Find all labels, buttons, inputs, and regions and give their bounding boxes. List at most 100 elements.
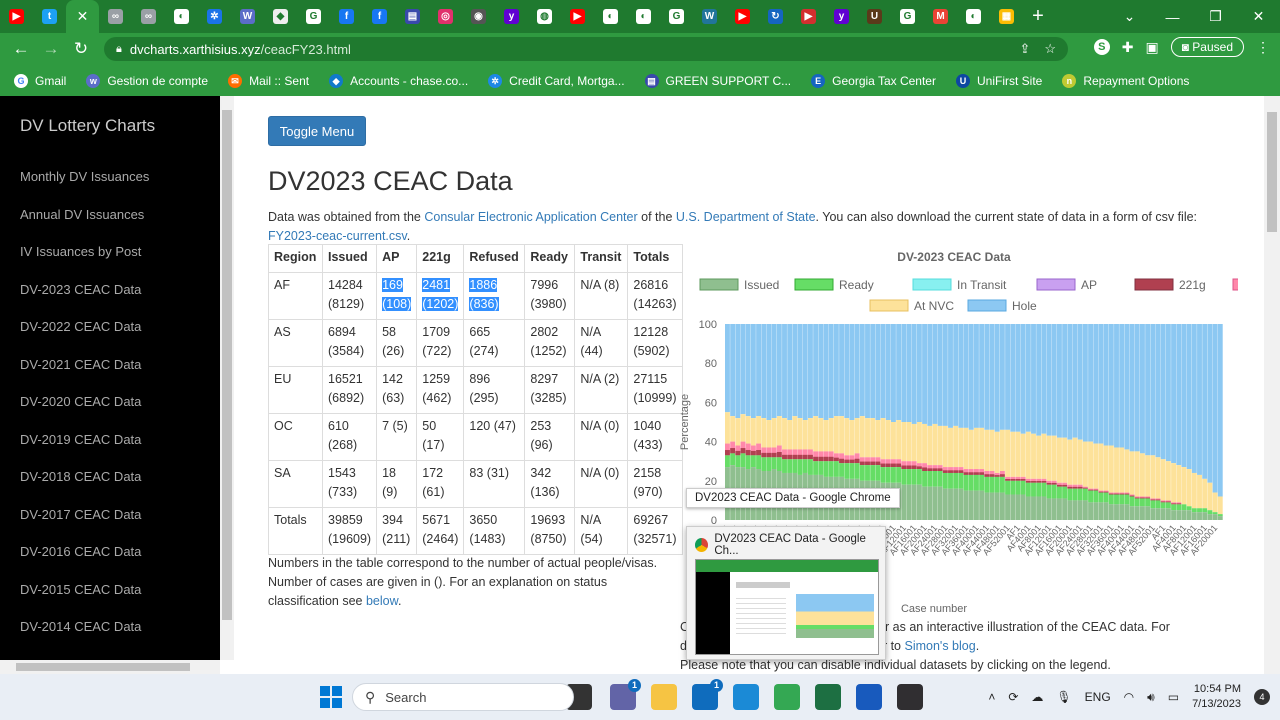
share-icon[interactable]: ⇪ bbox=[1019, 41, 1030, 57]
wifi-icon[interactable]: ◠ bbox=[1124, 690, 1134, 704]
taskbar-window-preview[interactable]: DV2023 CEAC Data - Google Ch... bbox=[686, 526, 886, 660]
volume-icon[interactable]: 🔊︎ bbox=[1147, 690, 1155, 705]
below-link[interactable]: below bbox=[366, 594, 398, 608]
sidebar-horizontal-scrollbar[interactable] bbox=[0, 660, 220, 674]
word-icon[interactable] bbox=[856, 684, 882, 710]
tab[interactable]: ▤ bbox=[396, 0, 429, 33]
legend-label[interactable]: Issued bbox=[744, 278, 779, 292]
sidebar-item[interactable]: DV-2015 CEAC Data bbox=[20, 582, 141, 597]
tab[interactable]: y bbox=[825, 0, 858, 33]
extensions-puzzle-icon[interactable]: ✚ bbox=[1122, 39, 1134, 56]
edge-icon[interactable] bbox=[733, 684, 759, 710]
chevron-up-icon[interactable]: ˄ bbox=[988, 690, 995, 704]
sidebar-item[interactable]: DV-2014 CEAC Data bbox=[20, 619, 141, 634]
bookmark-item[interactable]: ◆ Accounts - chase.co... bbox=[329, 73, 468, 88]
tab[interactable]: ◐ bbox=[165, 0, 198, 33]
minimize-icon[interactable]: — bbox=[1151, 9, 1194, 25]
tab[interactable]: ◆ bbox=[264, 0, 297, 33]
bookmark-item[interactable]: ✉ Mail :: Sent bbox=[228, 73, 309, 88]
sidebar-item[interactable]: DV-2019 CEAC Data bbox=[20, 432, 141, 447]
reload-icon[interactable]: ↻ bbox=[66, 39, 96, 59]
tab[interactable]: W bbox=[693, 0, 726, 33]
tab[interactable]: f bbox=[330, 0, 363, 33]
scrollbar-thumb[interactable] bbox=[222, 110, 232, 620]
lock-icon[interactable]: 🔒︎ bbox=[116, 43, 122, 56]
sidebar-item[interactable]: DV-2023 CEAC Data bbox=[20, 282, 141, 297]
sidebar-item[interactable]: DV-2022 CEAC Data bbox=[20, 319, 141, 334]
sidebar-vertical-scrollbar[interactable] bbox=[220, 96, 234, 660]
scrollbar-thumb[interactable] bbox=[16, 663, 190, 671]
bookmark-star-icon[interactable]: ☆ bbox=[1044, 41, 1056, 57]
clock[interactable]: 10:54 PM 7/13/2023 bbox=[1192, 682, 1241, 712]
address-bar[interactable]: 🔒︎ dvcharts.xarthisius.xyz/ceacFY23.html… bbox=[104, 37, 1068, 61]
menu-kebab-icon[interactable]: ⋮ bbox=[1256, 39, 1270, 56]
sidebar-item[interactable]: DV-2017 CEAC Data bbox=[20, 507, 141, 522]
teams-icon[interactable]: 1 bbox=[610, 679, 641, 710]
sync-icon[interactable]: ⟳ bbox=[1008, 690, 1018, 704]
tab[interactable]: G bbox=[660, 0, 693, 33]
tab[interactable]: U bbox=[858, 0, 891, 33]
tab[interactable]: G bbox=[297, 0, 330, 33]
tab[interactable]: f bbox=[363, 0, 396, 33]
close-window-icon[interactable]: ✕ bbox=[1237, 8, 1280, 25]
scrollbar-thumb[interactable] bbox=[1267, 112, 1277, 232]
preview-thumbnail[interactable] bbox=[695, 559, 879, 655]
cloud-icon[interactable]: ☁ bbox=[1031, 690, 1043, 704]
sidebar-item[interactable]: DV-2020 CEAC Data bbox=[20, 394, 141, 409]
tab[interactable]: y bbox=[495, 0, 528, 33]
restore-icon[interactable]: ❐ bbox=[1194, 8, 1237, 25]
legend-label[interactable]: AP bbox=[1081, 278, 1097, 292]
bookmark-item[interactable]: U UniFirst Site bbox=[955, 73, 1042, 88]
tab[interactable]: ◉ bbox=[462, 0, 495, 33]
toggle-menu-button[interactable]: Toggle Menu bbox=[268, 116, 366, 146]
sidebar-item[interactable]: DV-2021 CEAC Data bbox=[20, 357, 141, 372]
tab[interactable]: ◎ bbox=[429, 0, 462, 33]
profile-paused-button[interactable]: ◙ Paused bbox=[1170, 37, 1244, 57]
legend-label[interactable]: Ready bbox=[839, 278, 874, 292]
tab[interactable]: ▶ bbox=[0, 0, 33, 33]
page-vertical-scrollbar[interactable] bbox=[1264, 96, 1280, 674]
tab[interactable]: M bbox=[924, 0, 957, 33]
tab[interactable]: G bbox=[891, 0, 924, 33]
tab[interactable]: ∞ bbox=[132, 0, 165, 33]
tab[interactable]: ∞ bbox=[99, 0, 132, 33]
file-explorer-icon[interactable] bbox=[651, 684, 677, 710]
forward-arrow-icon[interactable]: → bbox=[36, 39, 66, 59]
legend-label[interactable]: Hole bbox=[1012, 299, 1037, 313]
windows-start-icon[interactable] bbox=[318, 684, 344, 710]
sidebar-item[interactable]: Monthly DV Issuances bbox=[20, 169, 149, 184]
sidebar-item[interactable]: DV-2018 CEAC Data bbox=[20, 469, 141, 484]
side-panel-icon[interactable]: ▣ bbox=[1145, 39, 1158, 56]
bookmark-item[interactable]: G Gmail bbox=[14, 73, 66, 88]
simons-blog-link[interactable]: Simon's blog bbox=[905, 639, 976, 653]
tab[interactable]: ▶ bbox=[792, 0, 825, 33]
state-dept-link[interactable]: U.S. Department of State bbox=[676, 210, 816, 224]
bookmark-item[interactable]: n Repayment Options bbox=[1062, 73, 1189, 88]
sidebar-brand[interactable]: DV Lottery Charts bbox=[20, 116, 155, 136]
bookmark-item[interactable]: w Gestion de compte bbox=[86, 73, 208, 88]
notification-badge[interactable]: 4 bbox=[1254, 689, 1270, 705]
legend-label[interactable]: In Transit bbox=[957, 278, 1007, 292]
active-tab-close-icon[interactable]: ✕ bbox=[77, 8, 89, 25]
tab[interactable]: ▶ bbox=[561, 0, 594, 33]
microphone-icon[interactable]: 🎙︎ bbox=[1056, 690, 1071, 704]
bookmark-item[interactable]: ✲ Credit Card, Mortga... bbox=[488, 73, 625, 88]
mail-icon[interactable]: 1 bbox=[692, 679, 723, 710]
tab[interactable]: ◐ bbox=[957, 0, 990, 33]
tab[interactable]: ▶ bbox=[726, 0, 759, 33]
legend-label[interactable]: 221g bbox=[1179, 278, 1206, 292]
bookmark-item[interactable]: E Georgia Tax Center bbox=[811, 73, 936, 88]
ceac-link[interactable]: Consular Electronic Application Center bbox=[424, 210, 637, 224]
battery-icon[interactable]: ▭ bbox=[1168, 690, 1179, 704]
tab[interactable]: t bbox=[33, 0, 66, 33]
tab-search-chevron-icon[interactable]: ⌄ bbox=[1108, 8, 1151, 25]
tab[interactable]: ↻ bbox=[759, 0, 792, 33]
tab[interactable]: ◍ bbox=[528, 0, 561, 33]
sidebar-item[interactable]: DV-2016 CEAC Data bbox=[20, 544, 141, 559]
legend-label[interactable]: At NVC bbox=[914, 299, 954, 313]
account-s-icon[interactable]: S bbox=[1093, 39, 1110, 55]
excel-icon[interactable] bbox=[815, 684, 841, 710]
tab[interactable]: W bbox=[231, 0, 264, 33]
bookmark-item[interactable]: ▤ GREEN SUPPORT C... bbox=[644, 73, 791, 88]
new-tab-plus-icon[interactable]: + bbox=[1023, 5, 1053, 28]
